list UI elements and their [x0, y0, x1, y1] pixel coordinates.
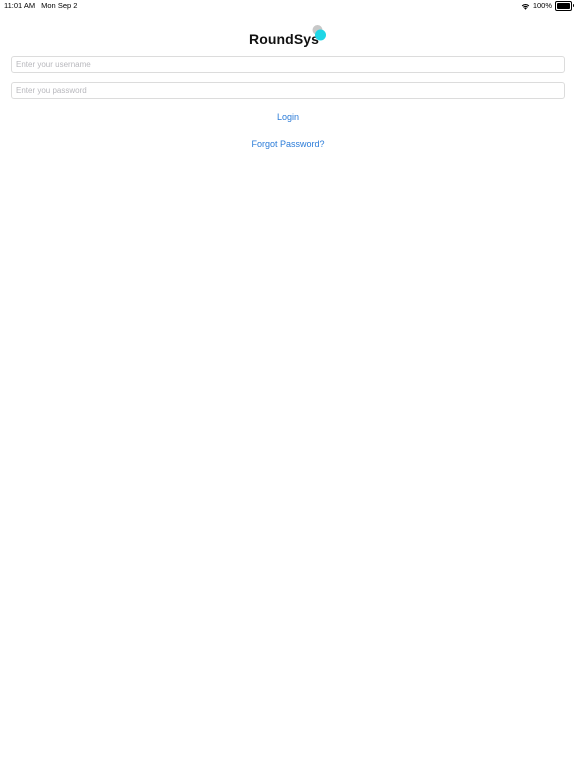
password-input[interactable]	[11, 82, 565, 99]
status-bar-right: 100%	[521, 0, 574, 12]
logo-mark-icon	[312, 25, 326, 41]
status-bar-left: 11:01 AM Mon Sep 2	[4, 0, 77, 12]
login-button[interactable]: Login	[0, 111, 576, 123]
logo-text: RoundSys	[249, 31, 320, 47]
status-bar: 11:01 AM Mon Sep 2 100%	[0, 0, 576, 12]
logo-mark-front-circle	[315, 29, 326, 41]
status-date: Mon Sep 2	[41, 1, 78, 10]
battery-level-fill	[557, 3, 570, 9]
battery-percent: 100%	[532, 1, 552, 10]
forgot-password-button[interactable]: Forgot Password?	[0, 138, 576, 150]
status-time: 11:01 AM	[4, 1, 36, 10]
roundsys-logo: RoundSys	[249, 24, 339, 48]
username-input[interactable]	[11, 56, 565, 73]
battery-icon	[555, 1, 574, 11]
wifi-icon	[521, 3, 530, 10]
